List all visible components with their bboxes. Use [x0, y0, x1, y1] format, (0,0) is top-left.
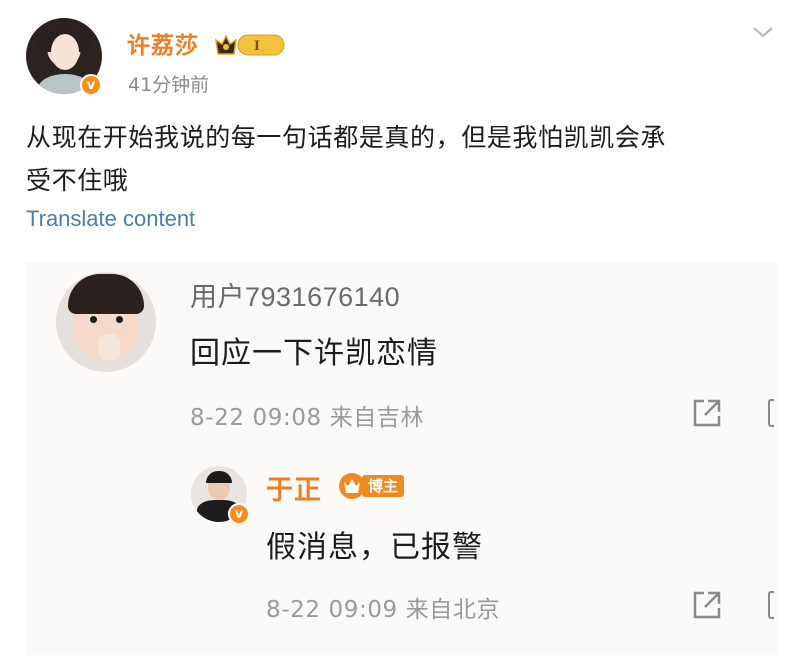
share-icon[interactable] [690, 396, 724, 430]
comment-text: 回应一下许凯恋情 [190, 336, 438, 371]
replier-name[interactable]: 于正 [266, 468, 322, 507]
chevron-down-icon[interactable] [752, 24, 774, 40]
commenter-avatar[interactable] [56, 272, 156, 372]
translate-link[interactable]: Translate content [26, 206, 195, 232]
author-name[interactable]: 许荔莎 [127, 26, 199, 60]
post-content: 从现在开始我说的每一句话都是真的，但是我怕凯凯会承 受不住哦 [26, 116, 766, 202]
more-actions-edge [768, 591, 774, 619]
comment-meta: 8-22 09:08 来自吉林 [190, 405, 425, 431]
vip-level: I [254, 38, 260, 54]
post-content-line: 受不住哦 [26, 166, 129, 195]
more-actions-edge [768, 399, 774, 427]
blogger-label: 博主 [362, 475, 405, 497]
commenter-name[interactable]: 用户7931676140 [190, 275, 400, 314]
reply-text: 假消息，已报警 [266, 530, 483, 565]
vip-badge[interactable]: I [214, 32, 286, 58]
blogger-badge: 博主 [338, 472, 405, 500]
share-icon[interactable] [690, 588, 724, 622]
post-time: 41分钟前 [128, 74, 210, 96]
verified-icon: v [228, 503, 250, 525]
verified-icon: v [80, 74, 102, 96]
post-content-line: 从现在开始我说的每一句话都是真的，但是我怕凯凯会承 [26, 123, 667, 152]
reply-meta: 8-22 09:09 来自北京 [266, 597, 501, 623]
